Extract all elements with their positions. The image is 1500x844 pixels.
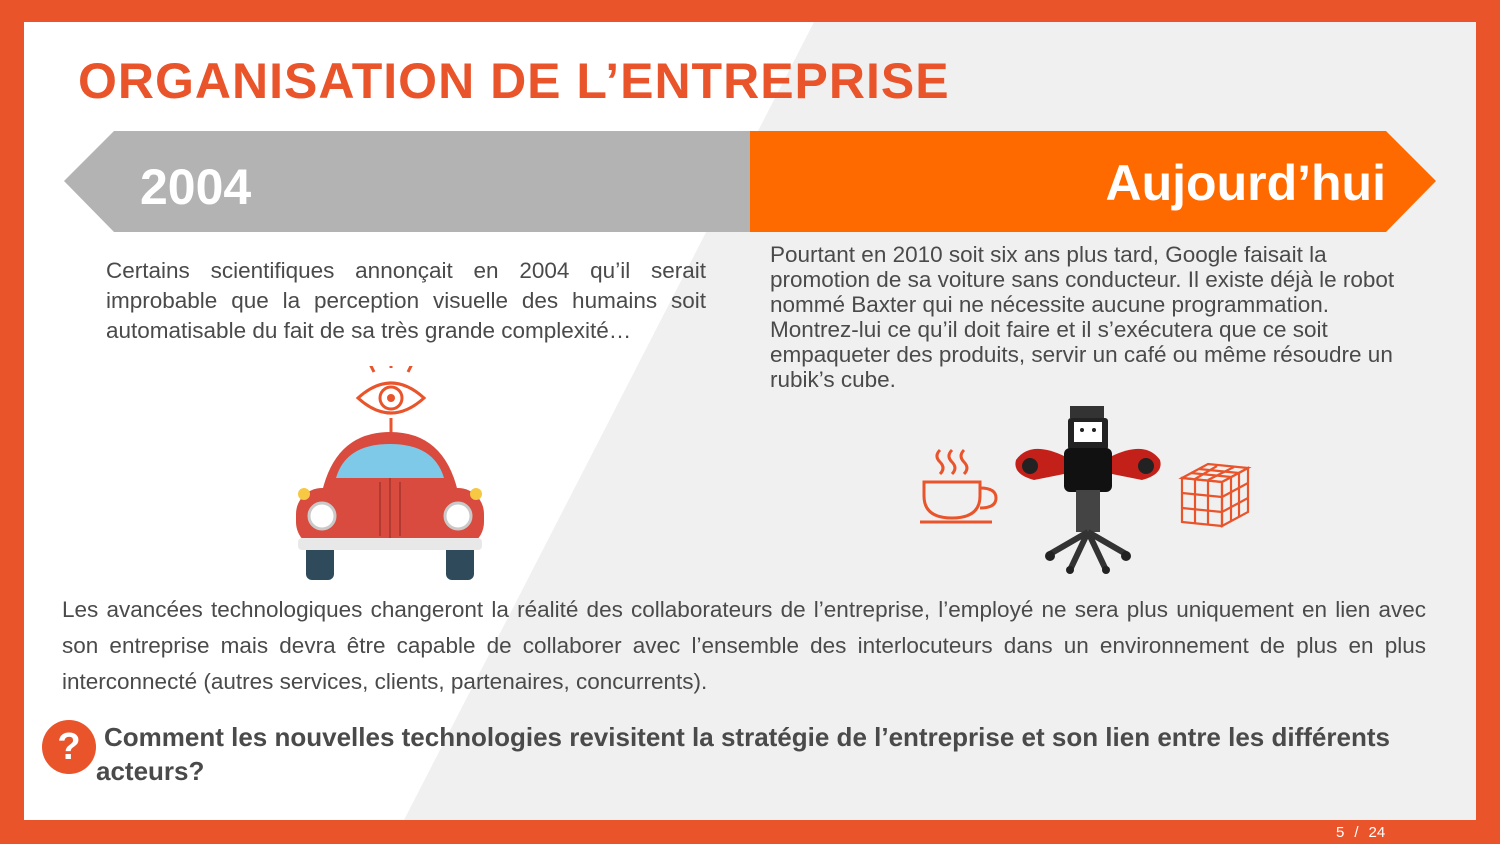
left-text: Certains scientifiques annonçait en 2004… bbox=[106, 258, 706, 343]
total-pages: 24 bbox=[1368, 824, 1386, 841]
current-page: 5 bbox=[1336, 824, 1345, 841]
timeline-label-2004: 2004 bbox=[140, 159, 252, 215]
slide: ORGANISATION DE L’ENTREPRISE 2004 Aujour… bbox=[24, 22, 1476, 820]
right-text: Pourtant en 2010 soit six ans plus tard,… bbox=[770, 242, 1395, 392]
car-icon bbox=[296, 432, 484, 580]
rubiks-cube-icon bbox=[1178, 462, 1252, 528]
timeline-label-today: Aujourd’hui bbox=[1105, 155, 1387, 211]
coffee-cup-icon bbox=[920, 448, 998, 524]
main-paragraph: Les avancées technologiques changeront l… bbox=[62, 597, 1426, 694]
page-separator: / bbox=[1354, 824, 1359, 841]
question-text: Comment les nouvelles technologies revis… bbox=[96, 722, 1390, 786]
page-indicator: 5 / 24 bbox=[1336, 824, 1385, 841]
question-icon: ? bbox=[42, 720, 96, 774]
robot-image bbox=[1015, 406, 1161, 574]
